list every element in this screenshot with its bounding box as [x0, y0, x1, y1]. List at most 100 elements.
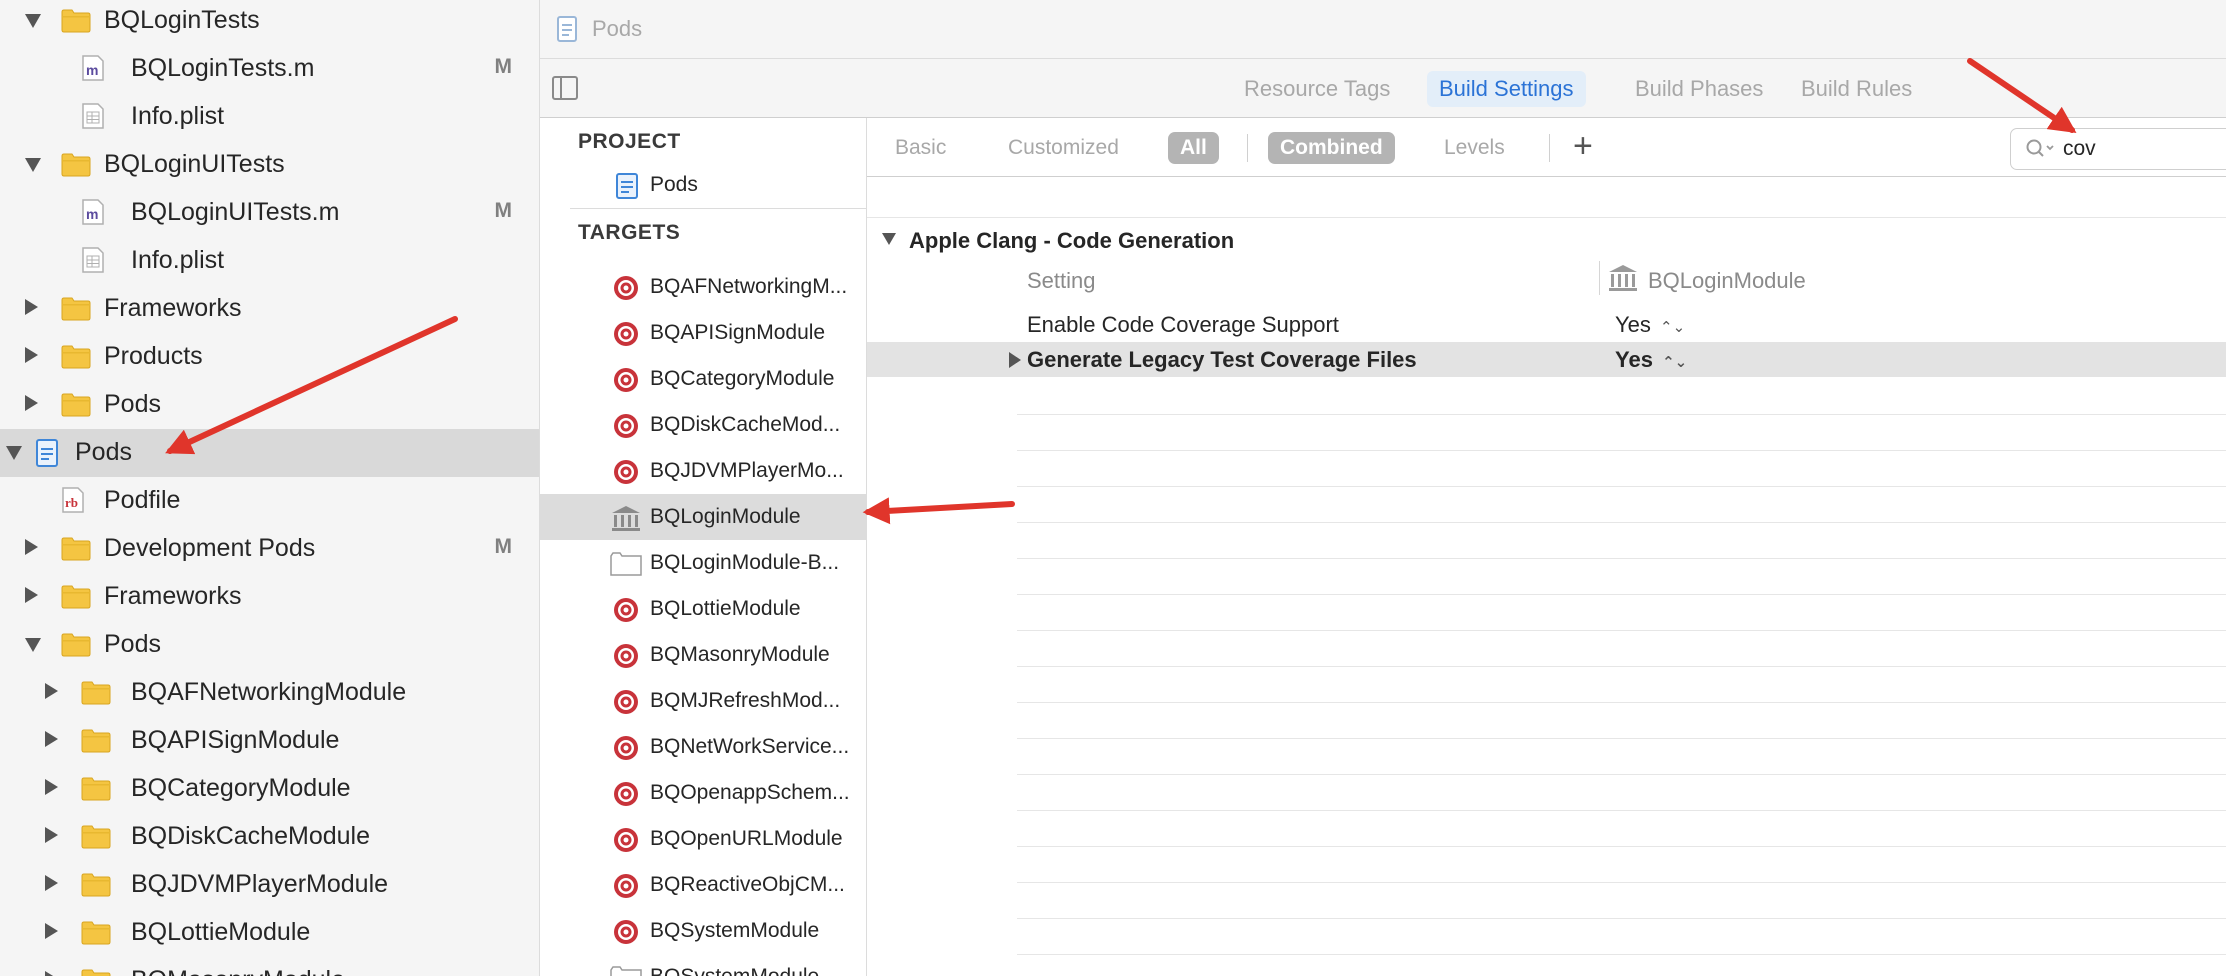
target-item[interactable]: BQAPISignModule — [540, 310, 866, 356]
navigator-item[interactable]: Products — [0, 333, 539, 381]
section-divider — [570, 208, 866, 209]
navigator-item[interactable]: BQAPISignModule — [0, 717, 539, 765]
filter-combined[interactable]: Combined — [1268, 132, 1395, 164]
setting-row-legacy-test-coverage[interactable]: Generate Legacy Test Coverage Files Yes … — [867, 342, 2226, 377]
grid-line — [1017, 702, 2226, 703]
navigator-item[interactable]: Development Pods M — [0, 525, 539, 573]
target-item[interactable]: BQSystemModule-... — [540, 954, 866, 976]
navigator-item-label: BQLoginTests — [104, 6, 260, 34]
target-item[interactable]: BQOpenappSchem... — [540, 770, 866, 816]
disclosure-closed-icon[interactable] — [25, 395, 38, 411]
search-input[interactable]: cov — [2063, 137, 2096, 161]
disclosure-closed-icon[interactable] — [25, 347, 38, 363]
target-icon — [613, 643, 641, 669]
target-item[interactable]: BQNetWorkService... — [540, 724, 866, 770]
grid-line — [1017, 810, 2226, 811]
navigator-item[interactable]: Info.plist — [0, 93, 539, 141]
tab-build-settings[interactable]: Build Settings — [1427, 71, 1586, 107]
target-item[interactable]: BQMasonryModule — [540, 632, 866, 678]
navigator-item[interactable]: BQJDVMPlayerModule — [0, 861, 539, 909]
filter-levels[interactable]: Levels — [1444, 132, 1505, 164]
disclosure-open-icon[interactable] — [25, 14, 41, 28]
navigator-item[interactable]: rb Podfile — [0, 477, 539, 525]
disclosure-open-icon[interactable] — [6, 446, 22, 460]
target-item[interactable]: BQJDVMPlayerMo... — [540, 448, 866, 494]
add-setting-button[interactable]: + — [1573, 126, 1593, 166]
filter-all[interactable]: All — [1168, 132, 1219, 164]
navigator-item[interactable]: BQLoginUITests — [0, 141, 539, 189]
navigator-item[interactable]: Pods — [0, 381, 539, 429]
section-disclosure-icon[interactable] — [882, 233, 896, 245]
disclosure-closed-icon[interactable] — [45, 827, 58, 843]
navigator-item[interactable]: Frameworks — [0, 573, 539, 621]
disclosure-closed-icon[interactable] — [45, 731, 58, 747]
navigator-item[interactable]: BQLottieModule — [0, 909, 539, 957]
disclosure-closed-icon[interactable] — [45, 971, 58, 976]
navigator-item[interactable]: BQCategoryModule — [0, 765, 539, 813]
navigator-item[interactable]: BQDiskCacheModule — [0, 813, 539, 861]
bundle-icon — [610, 551, 642, 577]
disclosure-closed-icon[interactable] — [25, 587, 38, 603]
setting-value[interactable]: Yes ⌃⌄ — [1615, 312, 1685, 338]
tab-resource-tags[interactable]: Resource Tags — [1232, 71, 1402, 107]
target-item[interactable]: BQLottieModule — [540, 586, 866, 632]
grid-line — [1017, 954, 2226, 955]
target-item-label: BQJDVMPlayerMo... — [650, 459, 844, 482]
section-title[interactable]: Apple Clang - Code Generation — [909, 228, 1234, 254]
project-item-pods[interactable]: Pods — [540, 162, 866, 208]
target-item[interactable]: BQDiskCacheMod... — [540, 402, 866, 448]
filter-basic[interactable]: Basic — [895, 132, 946, 164]
grid-line — [1017, 522, 2226, 523]
disclosure-closed-icon[interactable] — [45, 923, 58, 939]
disclosure-open-icon[interactable] — [25, 638, 41, 652]
project-file-icon — [557, 16, 577, 42]
folder-icon — [61, 391, 91, 417]
setting-value[interactable]: Yes ⌃⌄ — [1615, 347, 1687, 373]
navigator-item[interactable]: BQAFNetworkingModule — [0, 669, 539, 717]
target-item[interactable]: BQLoginModule — [540, 494, 866, 540]
navigator-item-label: BQLoginUITests — [104, 150, 285, 178]
navigator-item[interactable]: m BQLoginTests.m M — [0, 45, 539, 93]
setting-value-label: Yes — [1615, 347, 1653, 372]
navigator-item[interactable]: Frameworks — [0, 285, 539, 333]
target-item[interactable]: BQCategoryModule — [540, 356, 866, 402]
disclosure-closed-icon[interactable] — [45, 875, 58, 891]
target-item[interactable]: BQReactiveObjCM... — [540, 862, 866, 908]
project-item-label: Pods — [650, 173, 698, 196]
target-item[interactable]: BQLoginModule-B... — [540, 540, 866, 586]
navigator-item[interactable]: Info.plist — [0, 237, 539, 285]
disclosure-closed-icon[interactable] — [25, 299, 38, 315]
disclosure-closed-icon[interactable] — [45, 683, 58, 699]
setting-row-enable-code-coverage[interactable]: Enable Code Coverage Support Yes ⌃⌄ — [867, 306, 2226, 342]
navigator-item[interactable]: BQLoginTests — [0, 0, 539, 45]
folder-icon — [61, 343, 91, 369]
navigator-item-label: Info.plist — [131, 246, 225, 274]
setting-value-label: Yes — [1615, 312, 1651, 337]
row-disclosure-icon[interactable] — [1009, 352, 1021, 368]
target-item[interactable]: BQAFNetworkingM... — [540, 264, 866, 310]
navigator-item[interactable]: Pods — [0, 621, 539, 669]
filter-customized[interactable]: Customized — [1008, 132, 1119, 164]
search-field[interactable]: cov — [2010, 128, 2226, 170]
setting-name: Generate Legacy Test Coverage Files — [1027, 347, 1417, 372]
disclosure-closed-icon[interactable] — [45, 779, 58, 795]
target-item[interactable]: BQSystemModule — [540, 908, 866, 954]
target-item[interactable]: BQMJRefreshMod... — [540, 678, 866, 724]
targets-section-header: TARGETS — [578, 221, 681, 244]
tab-build-phases[interactable]: Build Phases — [1623, 71, 1775, 107]
grid-line — [1017, 666, 2226, 667]
sidebar-toggle-icon[interactable] — [552, 76, 578, 100]
disclosure-open-icon[interactable] — [25, 158, 41, 172]
column-divider — [1599, 261, 1600, 295]
navigator-item[interactable]: m BQLoginUITests.m M — [0, 189, 539, 237]
navigator-item[interactable]: BQMasonryModule — [0, 957, 539, 976]
target-item-label: BQSystemModule — [650, 919, 820, 942]
target-item[interactable]: BQOpenURLModule — [540, 816, 866, 862]
navigator-item-label: Frameworks — [104, 582, 242, 610]
target-item-label: BQSystemModule-... — [650, 965, 844, 976]
navigator-item[interactable]: Pods — [0, 429, 539, 477]
target-item-label: BQOpenappSchem... — [650, 781, 850, 804]
tab-build-rules[interactable]: Build Rules — [1789, 71, 1924, 107]
jump-bar-title[interactable]: Pods — [592, 16, 642, 42]
disclosure-closed-icon[interactable] — [25, 539, 38, 555]
